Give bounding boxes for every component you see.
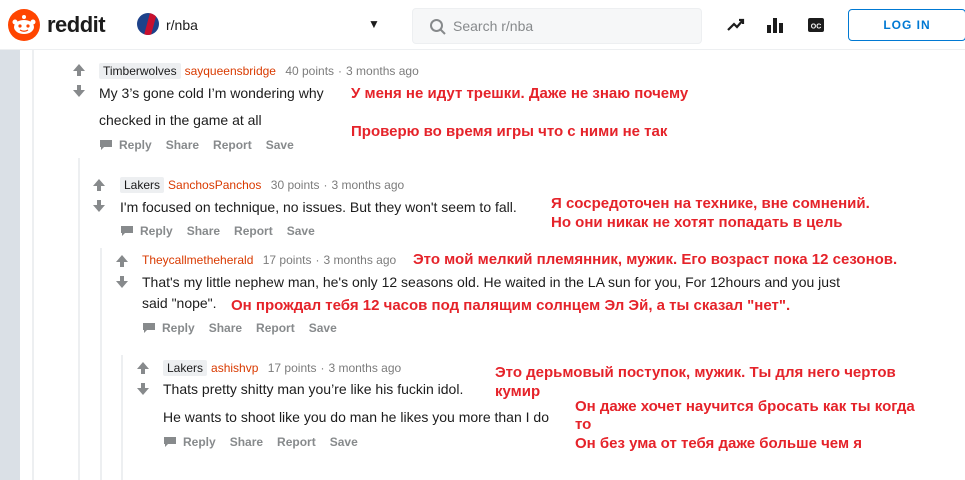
thread-line[interactable] [100,248,102,480]
reply-button[interactable]: Reply [142,321,195,335]
upvote-icon[interactable] [71,62,87,78]
comment-text: said "nope". [142,295,217,311]
translation-text: то [575,416,592,433]
thread-line[interactable] [32,50,34,480]
reply-icon [164,437,176,447]
reply-label: Reply [119,138,152,152]
comment-meta: Lakers SanchosPanchos 30 points · 3 months … [120,177,404,193]
reply-icon [100,140,112,150]
save-button[interactable]: Save [309,321,337,335]
comment-text: checked in the game at all [99,112,262,128]
report-button[interactable]: Report [256,321,295,335]
comment-points: 17 points [262,253,312,267]
comment-actions: Reply Share Report Save [163,435,372,449]
downvote-icon[interactable] [91,198,107,214]
comment-time[interactable]: 3 months ago [346,64,419,78]
upvote-icon[interactable] [114,253,130,269]
separator-dot: · [323,178,328,192]
translation-text: Но они никак не хотят попадать в цель [551,214,843,231]
comment-text: That's my little nephew man, he's only 1… [142,274,840,290]
comment-meta: Timberwolves sayqueensbridge 40 points · 3 … [99,63,419,79]
thread-line[interactable] [121,355,123,480]
report-button[interactable]: Report [213,138,252,152]
upvote-icon[interactable] [91,177,107,193]
downvote-icon[interactable] [71,83,87,99]
nba-subreddit-icon [137,13,159,35]
comment-text: He wants to shoot like you do man he lik… [163,409,549,425]
translation-text: У меня не идут трешки. Даже не знаю поче… [351,85,689,102]
downvote-icon[interactable] [114,274,130,290]
comment-actions: Reply Share Report Save [120,224,329,238]
reply-icon [143,323,155,333]
report-button[interactable]: Report [277,435,316,449]
comment-points: 40 points [285,64,335,78]
comment-author[interactable]: Theycallmetheherald [142,253,253,267]
vote-column [71,62,87,99]
upvote-icon[interactable] [135,360,151,376]
separator-dot: · [320,361,325,375]
translation-text: Это мой мелкий племянник, мужик. Его воз… [413,251,898,268]
share-button[interactable]: Share [230,435,263,449]
reddit-logo-icon[interactable] [8,9,40,41]
comment-points: 30 points [270,178,320,192]
comment-author[interactable]: sayqueensbridge [185,64,276,78]
save-button[interactable]: Save [330,435,358,449]
search-input[interactable] [453,15,693,37]
trending-icon[interactable] [726,15,746,35]
comment-time[interactable]: 3 months ago [331,178,404,192]
share-button[interactable]: Share [166,138,199,152]
reply-icon [121,226,133,236]
separator-dot: · [338,64,343,78]
translation-text: Проверю во время игры что с ними не так [351,123,668,140]
translation-text: Я сосредоточен на технике, вне сомнений. [551,195,870,212]
share-button[interactable]: Share [209,321,242,335]
separator-dot: · [315,253,320,267]
downvote-icon[interactable] [135,381,151,397]
reply-label: Reply [183,435,216,449]
leaderboard-icon[interactable] [765,15,785,35]
reddit-wordmark[interactable]: reddit [47,12,106,38]
reply-label: Reply [162,321,195,335]
vote-column [135,360,151,397]
translation-text: кумир [495,383,541,400]
top-header: reddit r/nba ▼ OC LOG IN [0,0,965,50]
thread-line[interactable] [78,158,80,480]
translation-text: Он даже хочет научится бросать как ты ко… [575,398,915,415]
share-button[interactable]: Share [187,224,220,238]
comment-time[interactable]: 3 months ago [323,253,396,267]
svg-text:OC: OC [811,24,822,31]
reply-button[interactable]: Reply [120,224,173,238]
user-flair: Timberwolves [99,63,181,79]
reply-button[interactable]: Reply [99,138,152,152]
vote-column [114,253,130,290]
vote-column [91,177,107,214]
translation-text: Это дерьмовый поступок, мужик. Ты для не… [495,364,896,381]
chevron-down-icon[interactable]: ▼ [368,17,380,31]
comment-actions: Reply Share Report Save [99,138,308,152]
comment-points: 17 points [267,361,317,375]
login-button[interactable]: LOG IN [848,9,965,41]
translation-text: Он без ума от тебя даже больше чем я [575,435,862,452]
comment-author[interactable]: SanchosPanchos [168,178,261,192]
translation-text: Он прождал тебя 12 часов под палящим сол… [231,297,791,314]
search-icon [430,19,446,35]
comment-meta: Lakers ashishvp 17 points · 3 months ago [163,360,401,376]
comment-author[interactable]: ashishvp [211,361,258,375]
user-flair: Lakers [120,177,165,193]
reply-label: Reply [140,224,173,238]
comment-actions: Reply Share Report Save [142,321,351,335]
subreddit-name[interactable]: r/nba [166,17,198,33]
user-flair: Lakers [163,360,208,376]
comment-text: I'm focused on technique, no issues. But… [120,199,517,215]
report-button[interactable]: Report [234,224,273,238]
comment-text: Thats pretty shitty man you’re like his … [163,381,464,397]
comment-time[interactable]: 3 months ago [328,361,401,375]
save-button[interactable]: Save [266,138,294,152]
search-box[interactable] [412,8,702,44]
oc-icon[interactable]: OC [806,15,826,35]
save-button[interactable]: Save [287,224,315,238]
comment-meta: Theycallmetheherald 17 points · 3 months a… [142,253,396,267]
comment-text: My 3’s gone cold I’m wondering why [99,85,324,101]
reply-button[interactable]: Reply [163,435,216,449]
